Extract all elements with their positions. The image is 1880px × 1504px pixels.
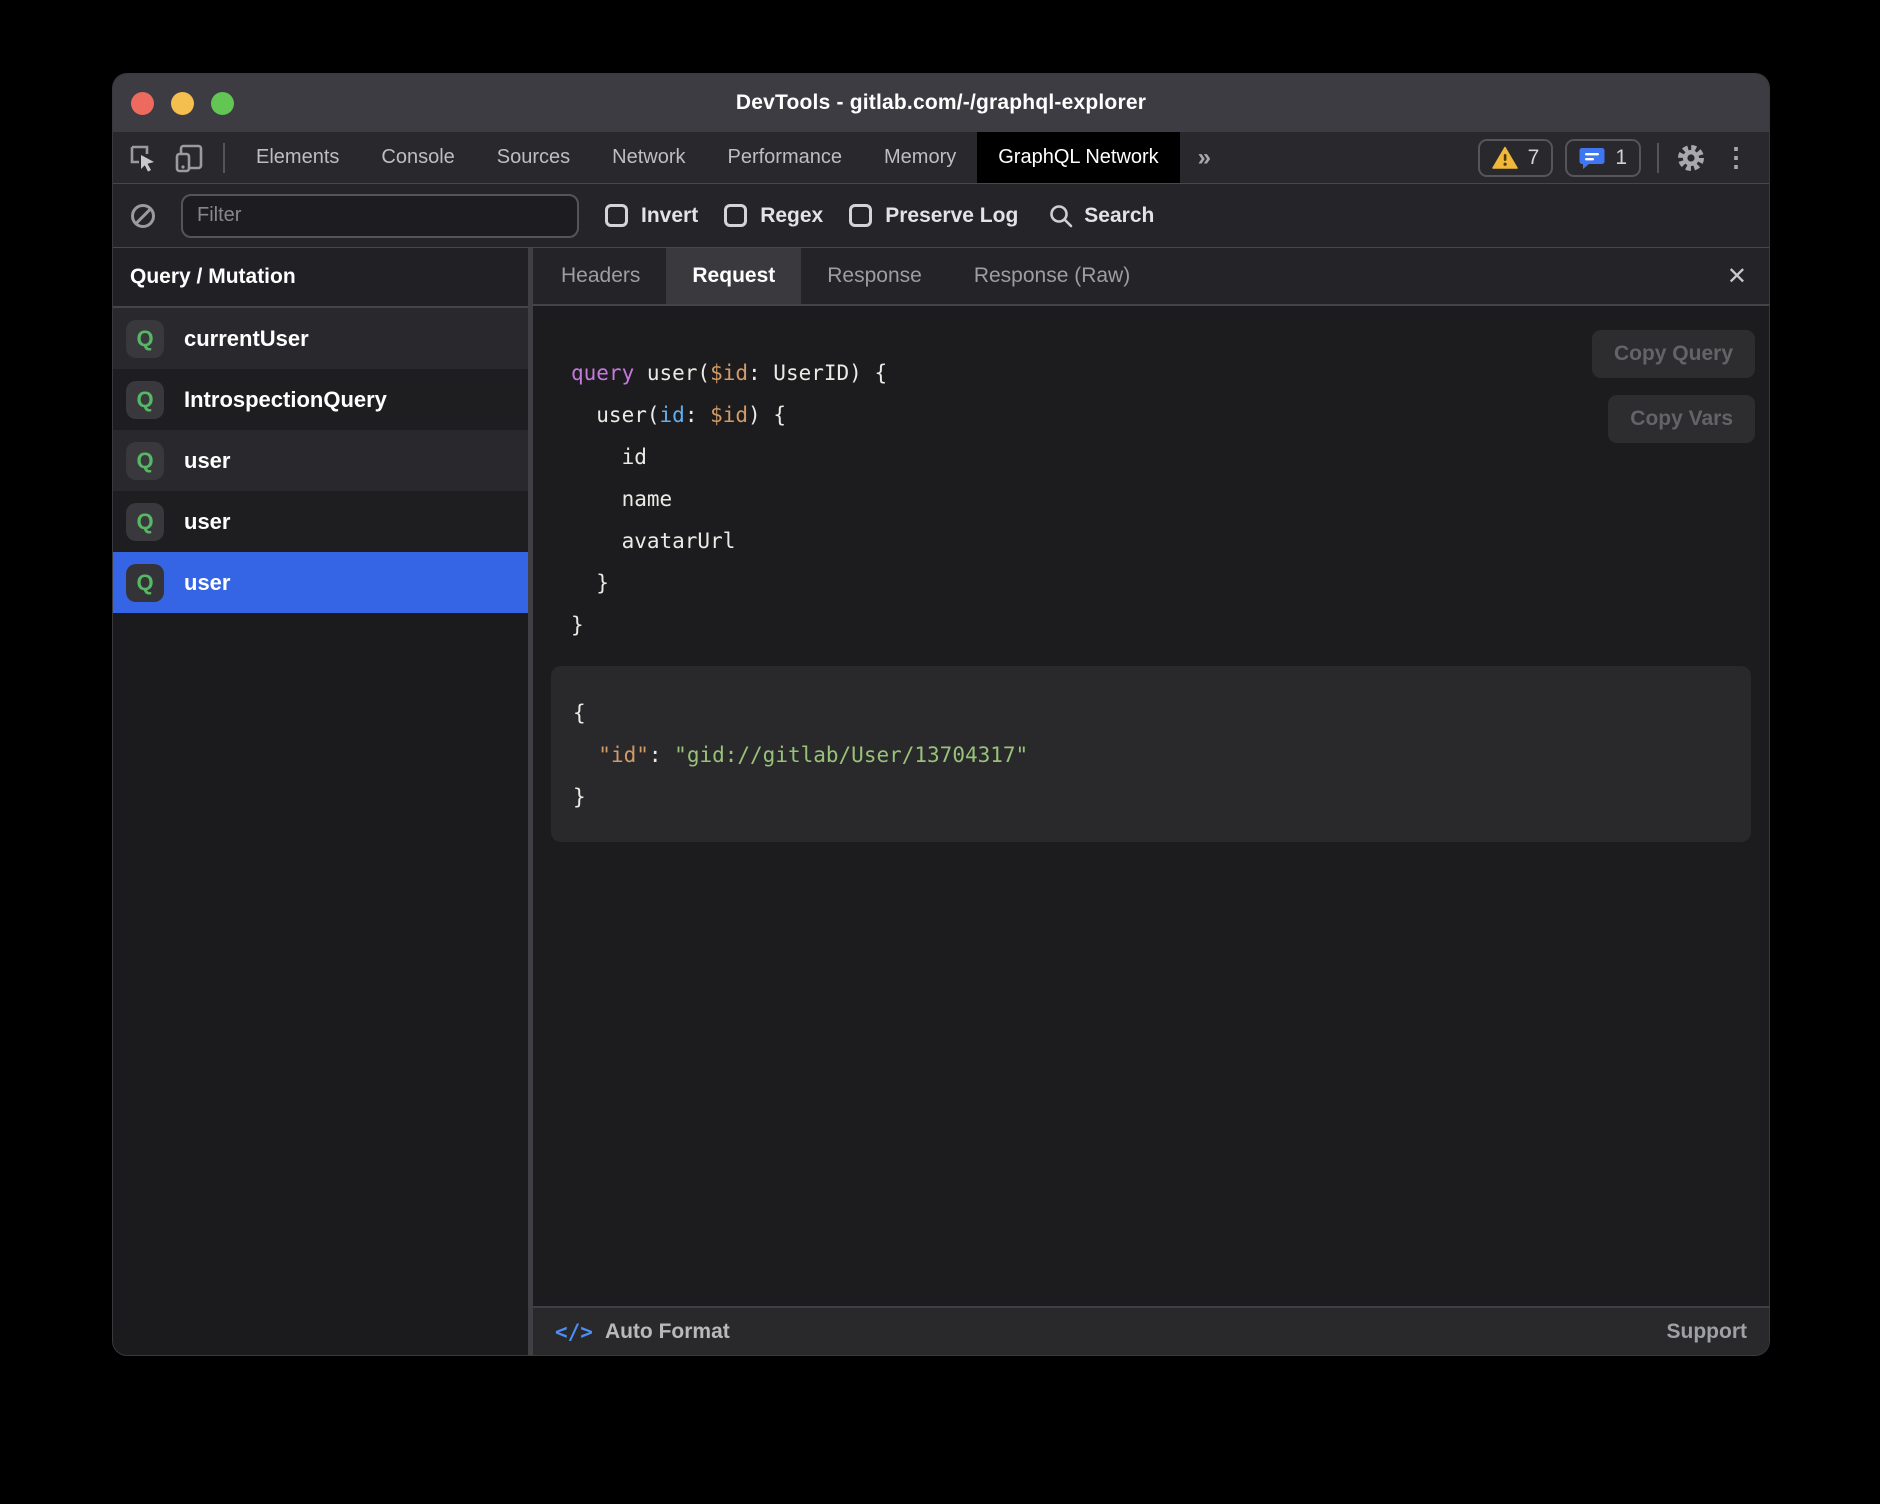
clear-filter-icon[interactable] [131, 204, 155, 228]
issue-count: 1 [1615, 146, 1627, 170]
filter-input[interactable] [181, 194, 579, 238]
devtools-tab-bar: Elements Console Sources Network Perform… [113, 132, 1769, 184]
query-name: currentUser [184, 326, 309, 352]
query-list-header: Query / Mutation [113, 248, 528, 308]
list-item-user-3-selected[interactable]: Q user [113, 552, 528, 613]
kebab-menu-icon[interactable]: ⋮ [1719, 142, 1753, 173]
preserve-log-checkbox-group[interactable]: Preserve Log [849, 204, 1018, 228]
search-icon [1048, 203, 1074, 229]
badge-divider [1657, 143, 1659, 173]
tab-headers[interactable]: Headers [535, 248, 666, 304]
tab-request[interactable]: Request [666, 248, 801, 304]
query-type-badge: Q [126, 442, 164, 480]
tab-network[interactable]: Network [591, 132, 706, 183]
tab-memory[interactable]: Memory [863, 132, 977, 183]
settings-gear-icon[interactable] [1675, 142, 1707, 174]
graphql-query-code: query user($id: UserID) { user(id: $id) … [533, 306, 1769, 646]
list-item-user-1[interactable]: Q user [113, 430, 528, 491]
device-toolbar-icon[interactable] [173, 142, 205, 174]
query-name: user [184, 509, 230, 535]
regex-label: Regex [760, 204, 823, 228]
variables-json: { "id": "gid://gitlab/User/13704317"} [573, 692, 1729, 818]
invert-label: Invert [641, 204, 698, 228]
tab-elements[interactable]: Elements [235, 132, 360, 183]
list-item-currentuser[interactable]: Q currentUser [113, 308, 528, 369]
query-type-badge: Q [126, 564, 164, 602]
toolbar-divider [223, 143, 225, 173]
code-brackets-icon: </> [555, 1320, 593, 1344]
request-view: query user($id: UserID) { user(id: $id) … [533, 306, 1769, 1306]
window-title: DevTools - gitlab.com/-/graphql-explorer [113, 91, 1769, 115]
search-label: Search [1084, 204, 1154, 228]
detail-panel: Headers Request Response Response (Raw) … [533, 248, 1769, 1355]
support-link[interactable]: Support [1667, 1320, 1747, 1344]
tab-graphql-network[interactable]: GraphQL Network [977, 132, 1179, 183]
warnings-badge[interactable]: 7 [1478, 139, 1554, 177]
list-item-user-2[interactable]: Q user [113, 491, 528, 552]
inspect-element-icon[interactable] [127, 142, 159, 174]
issues-badge[interactable]: 1 [1565, 139, 1641, 177]
tab-response[interactable]: Response [801, 248, 948, 304]
query-type-badge: Q [126, 381, 164, 419]
query-name: IntrospectionQuery [184, 387, 387, 413]
regex-checkbox[interactable] [724, 204, 747, 227]
filter-bar: Invert Regex Preserve Log Search [113, 184, 1769, 248]
warning-count: 7 [1528, 146, 1540, 170]
more-tabs-icon[interactable]: » [1180, 132, 1229, 183]
copy-query-button[interactable]: Copy Query [1592, 330, 1755, 378]
list-item-introspectionquery[interactable]: Q IntrospectionQuery [113, 369, 528, 430]
copy-vars-button[interactable]: Copy Vars [1608, 395, 1755, 443]
tab-performance[interactable]: Performance [707, 132, 864, 183]
close-panel-icon[interactable]: ✕ [1705, 248, 1769, 304]
invert-checkbox-group[interactable]: Invert [605, 204, 698, 228]
query-type-badge: Q [126, 320, 164, 358]
query-type-badge: Q [126, 503, 164, 541]
regex-checkbox-group[interactable]: Regex [724, 204, 823, 228]
preserve-log-checkbox[interactable] [849, 204, 872, 227]
detail-footer: </> Auto Format Support [533, 1306, 1769, 1355]
query-list-panel: Query / Mutation Q currentUser Q Introsp… [113, 248, 533, 1355]
preserve-log-label: Preserve Log [885, 204, 1018, 228]
tab-sources[interactable]: Sources [476, 132, 591, 183]
chat-bubble-icon [1579, 146, 1605, 170]
search-control[interactable]: Search [1048, 203, 1154, 229]
auto-format-button[interactable]: Auto Format [605, 1320, 730, 1344]
variables-box: { "id": "gid://gitlab/User/13704317"} [551, 666, 1751, 842]
query-name: user [184, 570, 230, 596]
devtools-window: DevTools - gitlab.com/-/graphql-explorer [113, 74, 1769, 1355]
tab-console[interactable]: Console [360, 132, 475, 183]
tab-response-raw[interactable]: Response (Raw) [948, 248, 1156, 304]
detail-tab-bar: Headers Request Response Response (Raw) … [533, 248, 1769, 306]
query-name: user [184, 448, 230, 474]
invert-checkbox[interactable] [605, 204, 628, 227]
warning-triangle-icon [1492, 146, 1518, 170]
title-bar: DevTools - gitlab.com/-/graphql-explorer [113, 74, 1769, 132]
